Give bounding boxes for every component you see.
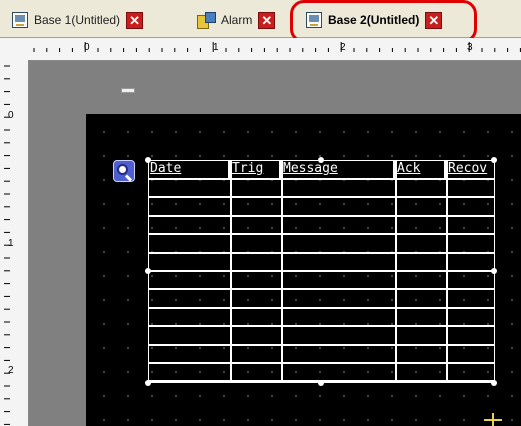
resize-handle[interactable] — [145, 157, 151, 163]
resize-handle[interactable] — [491, 380, 497, 386]
vertical-ruler: 0 1 2 — [0, 60, 29, 426]
close-icon[interactable]: ✕ — [425, 11, 443, 29]
origin-marker-icon — [484, 413, 502, 426]
resize-handle[interactable] — [145, 268, 151, 274]
table-border — [148, 160, 495, 383]
close-icon[interactable]: ✕ — [126, 11, 144, 29]
ruler-label: 0 — [84, 42, 90, 53]
ruler-label: 2 — [8, 365, 14, 376]
resize-handle[interactable] — [145, 380, 151, 386]
ruler-label: 3 — [467, 42, 473, 53]
ruler-label: 1 — [8, 238, 14, 249]
tab-label: Base 2(Untitled) — [328, 13, 420, 27]
tab-base1[interactable]: Base 1(Untitled) ✕ — [12, 10, 144, 30]
search-icon[interactable] — [113, 160, 135, 182]
ruler-label: 1 — [213, 42, 219, 53]
tab-label: Alarm — [221, 13, 253, 27]
alarm-icon — [197, 12, 216, 29]
collapse-handle[interactable] — [121, 88, 135, 93]
close-icon[interactable]: ✕ — [258, 11, 276, 29]
tab-bar: Base 1(Untitled) ✕ Alarm ✕ Base 2(Untitl… — [0, 0, 521, 43]
ruler-ticks — [33, 42, 521, 52]
horizontal-ruler: 0 1 2 3 — [0, 38, 521, 61]
ruler-label: 0 — [8, 110, 14, 121]
ruler-ticks — [4, 65, 10, 425]
tab-label: Base 1(Untitled) — [34, 13, 121, 27]
ruler-label: 2 — [340, 42, 346, 53]
resize-handle[interactable] — [318, 380, 324, 386]
screen-icon — [306, 12, 322, 28]
resize-handle[interactable] — [491, 268, 497, 274]
resize-handle[interactable] — [318, 157, 324, 163]
resize-handle[interactable] — [491, 157, 497, 163]
tab-base2[interactable]: Base 2(Untitled) ✕ — [306, 10, 443, 30]
alarm-history-table[interactable]: Date Trig Message Ack Recov — [148, 160, 495, 383]
screen-icon — [12, 12, 28, 28]
tab-alarm[interactable]: Alarm ✕ — [197, 10, 276, 30]
